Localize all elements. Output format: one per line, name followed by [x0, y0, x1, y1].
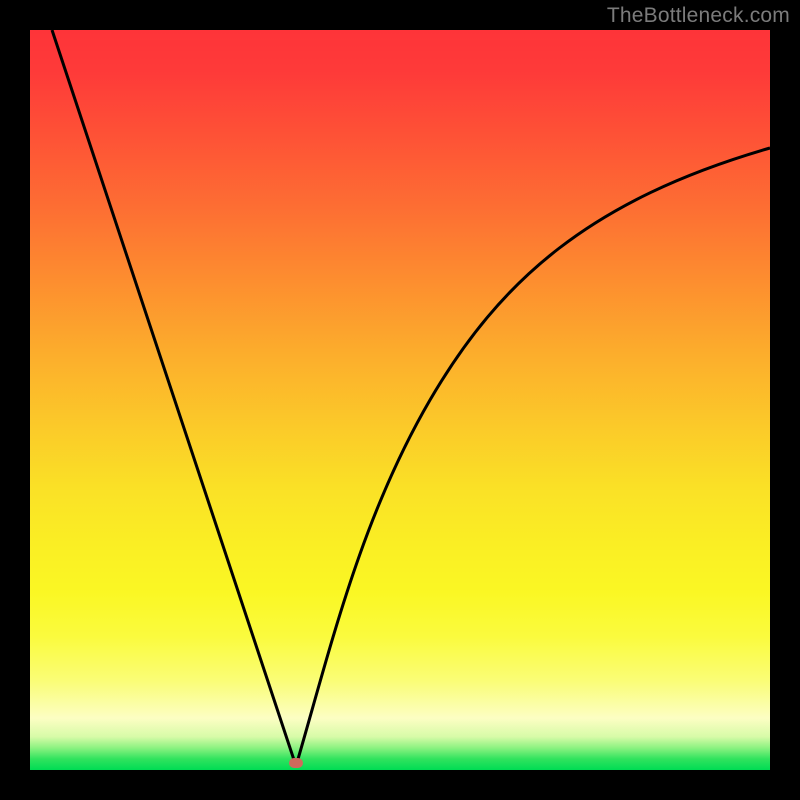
curve-left-branch — [52, 30, 296, 766]
optimal-point-marker — [289, 758, 303, 768]
chart-frame: TheBottleneck.com — [0, 0, 800, 800]
plot-area — [30, 30, 770, 770]
watermark-text: TheBottleneck.com — [607, 4, 790, 28]
curve-right-branch — [296, 148, 770, 766]
bottleneck-curve — [30, 30, 770, 770]
